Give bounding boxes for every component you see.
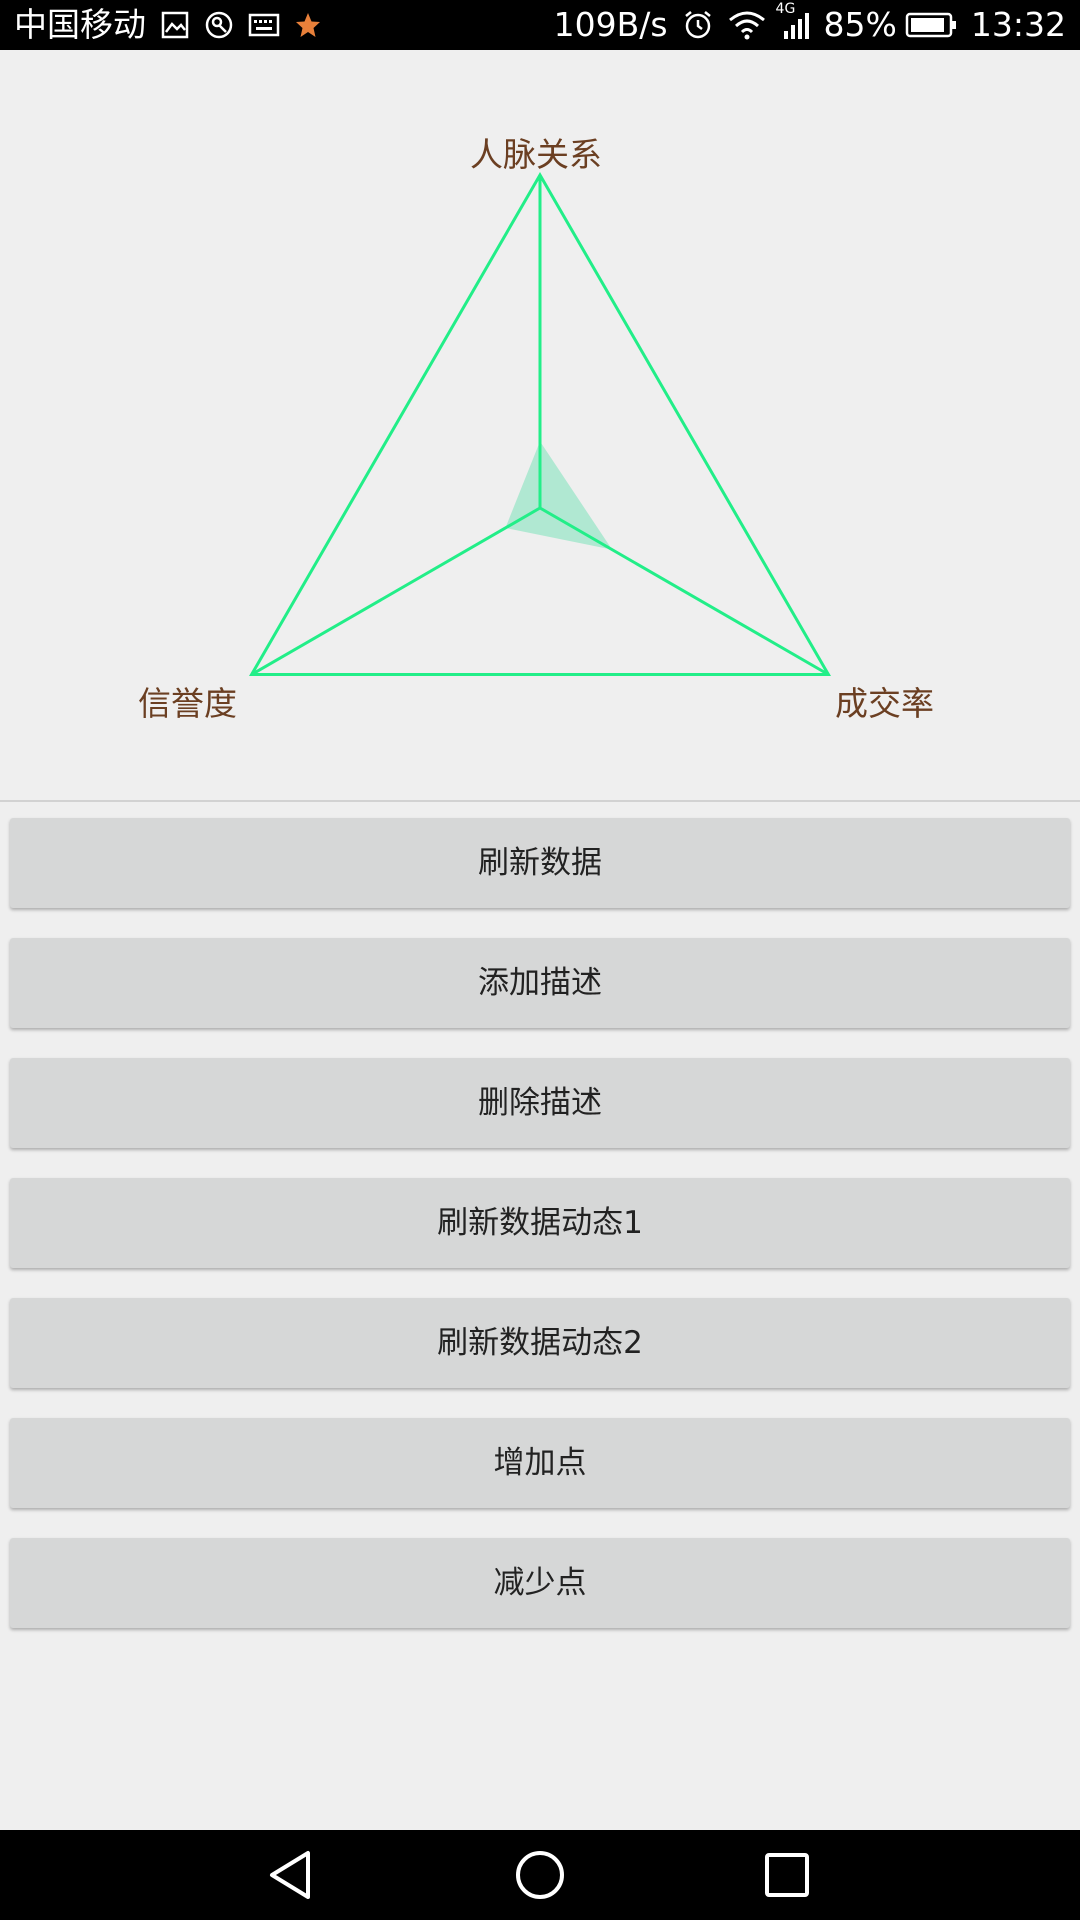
vpn-icon bbox=[204, 0, 234, 50]
clock: 13:32 bbox=[970, 5, 1066, 44]
axis-label-left: 信誉度 bbox=[138, 684, 237, 723]
add-point-button[interactable]: 增加点 bbox=[10, 1418, 1070, 1508]
back-button[interactable] bbox=[231, 1830, 351, 1920]
battery-percent: 85% bbox=[823, 5, 897, 44]
axis-label-top: 人脉关系 bbox=[470, 135, 602, 174]
carrier-name: 中国移动 bbox=[14, 5, 146, 44]
signal-icon: 4G bbox=[776, 0, 810, 50]
button-list: 刷新数据 添加描述 删除描述 刷新数据动态1 刷新数据动态2 增加点 减少点 bbox=[10, 818, 1070, 1658]
wifi-icon bbox=[728, 0, 766, 50]
network-speed: 109B/s bbox=[553, 5, 668, 44]
star-icon bbox=[294, 0, 322, 50]
refresh-data-dynamic-2-button[interactable]: 刷新数据动态2 bbox=[10, 1298, 1070, 1388]
navigation-bar bbox=[0, 1830, 1080, 1920]
status-bar: 中国移动 109B/s 4G 85% 13:32 bbox=[0, 0, 1080, 50]
battery-icon bbox=[905, 0, 957, 50]
divider bbox=[0, 800, 1080, 802]
screen: 中国移动 109B/s 4G 85% 13:32 人脉关系 成交率 信誉度 刷新… bbox=[0, 0, 1080, 1920]
keyboard-icon bbox=[248, 0, 280, 50]
recents-icon bbox=[765, 1853, 809, 1897]
home-button[interactable] bbox=[480, 1830, 600, 1920]
axis-label-right: 成交率 bbox=[835, 684, 934, 723]
radar-spoke bbox=[250, 506, 541, 676]
recents-button[interactable] bbox=[727, 1830, 847, 1920]
back-icon bbox=[270, 1851, 310, 1899]
home-icon bbox=[516, 1851, 564, 1899]
delete-description-button[interactable]: 删除描述 bbox=[10, 1058, 1070, 1148]
refresh-data-dynamic-1-button[interactable]: 刷新数据动态1 bbox=[10, 1178, 1070, 1268]
status-bar-left: 中国移动 bbox=[0, 0, 322, 50]
alarm-icon bbox=[682, 0, 714, 50]
status-bar-right: 109B/s 4G 85% 13:32 bbox=[540, 0, 1080, 50]
add-description-button[interactable]: 添加描述 bbox=[10, 938, 1070, 1028]
network-type: 4G bbox=[775, 1, 796, 17]
radar-data-area bbox=[505, 441, 613, 550]
radar-spoke bbox=[539, 506, 830, 676]
remove-point-button[interactable]: 减少点 bbox=[10, 1538, 1070, 1628]
refresh-data-button[interactable]: 刷新数据 bbox=[10, 818, 1070, 908]
radar-chart: 人脉关系 成交率 信誉度 bbox=[0, 50, 1080, 800]
gallery-icon bbox=[160, 0, 190, 50]
